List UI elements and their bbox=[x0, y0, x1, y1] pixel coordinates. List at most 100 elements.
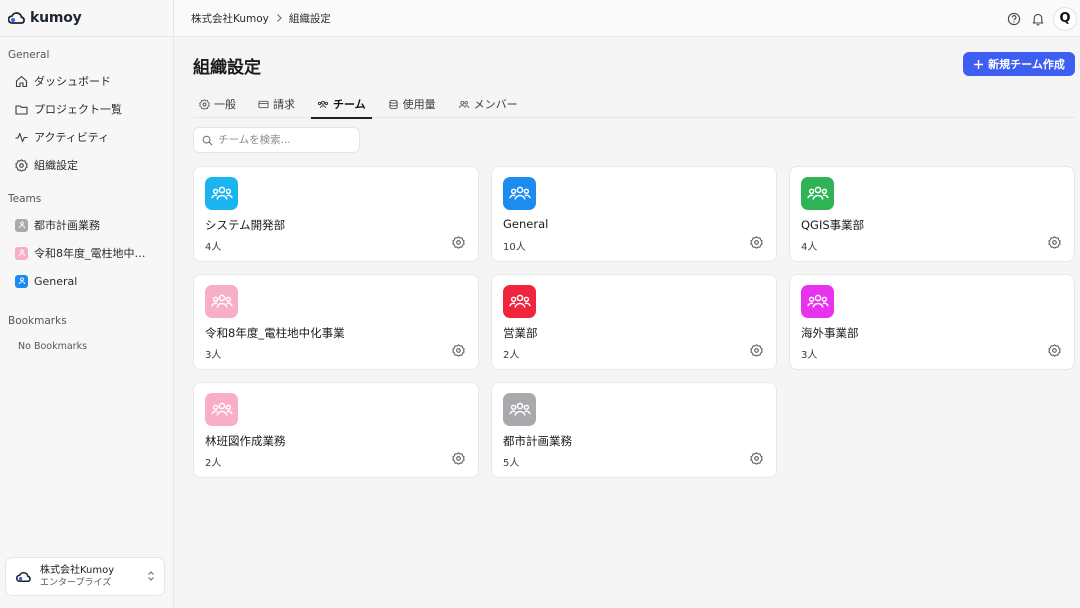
team-card[interactable]: 海外事業部 3人 bbox=[789, 274, 1075, 370]
sidebar-team-label: 令和8年度_電柱地中化... bbox=[34, 247, 152, 260]
users-icon bbox=[508, 402, 531, 416]
sidebar-team-label: 都市計画業務 bbox=[34, 219, 100, 232]
gear-icon[interactable] bbox=[1048, 344, 1061, 357]
tab-usage[interactable]: 使用量 bbox=[382, 90, 442, 118]
sidebar-item-label: 組織設定 bbox=[34, 159, 78, 172]
sidebar-item-label: プロジェクト一覧 bbox=[34, 103, 122, 116]
sidebar-item-activity[interactable]: アクティビティ bbox=[0, 123, 173, 151]
team-name: 令和8年度_電柱地中化事業 bbox=[205, 326, 345, 340]
team-search-input[interactable] bbox=[218, 134, 348, 146]
folder-icon bbox=[15, 104, 28, 115]
gear-icon[interactable] bbox=[750, 236, 763, 249]
org-name: 株式会社Kumoy bbox=[40, 565, 115, 576]
sidebar-item-dashboard[interactable]: ダッシュボード bbox=[0, 67, 173, 95]
team-icon bbox=[205, 393, 238, 426]
team-name: 都市計画業務 bbox=[503, 434, 572, 448]
tab-teams[interactable]: チーム bbox=[311, 90, 372, 119]
users-icon bbox=[806, 294, 829, 308]
team-name: 営業部 bbox=[503, 326, 538, 340]
team-member-count: 3人 bbox=[801, 350, 818, 361]
settings-tabs: 一般 請求 チーム 使用量 メンバー bbox=[193, 90, 1075, 119]
team-icon bbox=[503, 177, 536, 210]
no-bookmarks-text: No Bookmarks bbox=[18, 341, 88, 352]
chevron-updown-icon bbox=[148, 571, 154, 581]
sidebar-item-label: アクティビティ bbox=[34, 131, 110, 144]
gear-icon[interactable] bbox=[750, 452, 763, 465]
tab-label: 請求 bbox=[273, 98, 295, 111]
sidebar-item-projects[interactable]: プロジェクト一覧 bbox=[0, 95, 173, 123]
team-icon bbox=[503, 285, 536, 318]
tab-label: 一般 bbox=[214, 98, 236, 111]
teams-section-label: Teams bbox=[8, 193, 42, 205]
tab-label: メンバー bbox=[473, 98, 518, 111]
bookmarks-section-label: Bookmarks bbox=[8, 315, 67, 327]
breadcrumb: 株式会社Kumoy 組織設定 bbox=[174, 11, 331, 26]
team-name: 海外事業部 bbox=[801, 326, 859, 340]
sidebar-team-toshi[interactable]: 都市計画業務 bbox=[0, 211, 173, 239]
sidebar-team-reiwa[interactable]: 令和8年度_電柱地中化... bbox=[0, 239, 173, 267]
gear-icon[interactable] bbox=[750, 344, 763, 357]
sidebar-team-label: General bbox=[34, 274, 78, 288]
team-name: General bbox=[503, 217, 549, 231]
team-icon bbox=[801, 177, 834, 210]
home-icon bbox=[15, 75, 28, 87]
credit-card-icon bbox=[258, 100, 269, 108]
new-team-button[interactable]: 新規チーム作成 bbox=[963, 52, 1075, 76]
org-switcher[interactable]: 株式会社Kumoy エンタープライズ bbox=[5, 557, 165, 596]
team-member-count: 5人 bbox=[503, 458, 520, 469]
team-chip-icon bbox=[15, 218, 28, 232]
team-name: 林班図作成業務 bbox=[205, 434, 286, 448]
plus-icon bbox=[974, 59, 984, 69]
cloud-logo-icon bbox=[8, 12, 25, 24]
bell-icon[interactable] bbox=[1031, 12, 1045, 26]
team-card[interactable]: General 10人 bbox=[491, 166, 777, 262]
gear-icon[interactable] bbox=[452, 344, 465, 357]
chevron-right-icon bbox=[277, 14, 282, 22]
team-chip-icon bbox=[15, 246, 28, 260]
sidebar-team-general[interactable]: General bbox=[0, 267, 173, 295]
team-name: システム開発部 bbox=[205, 218, 286, 232]
user-avatar[interactable]: Q bbox=[1053, 6, 1077, 31]
database-icon bbox=[389, 99, 398, 109]
gear-icon bbox=[199, 98, 210, 110]
sidebar: kumoy General ダッシュボード プロジェクト一覧 アクティビティ 組… bbox=[0, 0, 174, 608]
tab-label: チーム bbox=[333, 98, 366, 111]
team-card[interactable]: システム開発部 4人 bbox=[193, 166, 479, 262]
team-card[interactable]: 都市計画業務 5人 bbox=[491, 382, 777, 478]
team-member-count: 2人 bbox=[205, 458, 222, 469]
team-icon bbox=[205, 285, 238, 318]
team-name: QGIS事業部 bbox=[801, 218, 865, 232]
cloud-logo-icon bbox=[16, 571, 31, 582]
team-card[interactable]: QGIS事業部 4人 bbox=[789, 166, 1075, 262]
team-card[interactable]: 令和8年度_電柱地中化事業 3人 bbox=[193, 274, 479, 370]
team-card[interactable]: 営業部 2人 bbox=[491, 274, 777, 370]
users-icon bbox=[508, 294, 531, 308]
users-icon bbox=[210, 294, 233, 308]
users-icon bbox=[508, 186, 531, 200]
gear-icon[interactable] bbox=[452, 236, 465, 249]
tab-general[interactable]: 一般 bbox=[193, 90, 242, 118]
gear-icon[interactable] bbox=[452, 452, 465, 465]
team-card[interactable]: 林班図作成業務 2人 bbox=[193, 382, 479, 478]
app-name: kumoy bbox=[30, 10, 82, 26]
gear-icon bbox=[15, 158, 28, 172]
new-team-button-label: 新規チーム作成 bbox=[988, 58, 1065, 71]
sidebar-item-org-settings[interactable]: 組織設定 bbox=[0, 151, 173, 179]
help-icon[interactable] bbox=[1007, 12, 1021, 26]
app-logo[interactable]: kumoy bbox=[0, 0, 173, 37]
team-icon bbox=[801, 285, 834, 318]
members-icon bbox=[458, 100, 469, 108]
page-title: 組織設定 bbox=[193, 58, 261, 78]
sidebar-item-label: ダッシュボード bbox=[34, 75, 111, 88]
breadcrumb-org[interactable]: 株式会社Kumoy bbox=[191, 11, 269, 26]
users-icon bbox=[806, 186, 829, 200]
team-search[interactable] bbox=[193, 127, 360, 153]
general-section-label: General bbox=[8, 49, 50, 61]
gear-icon[interactable] bbox=[1048, 236, 1061, 249]
team-grid: システム開発部 4人 General 10人 QGIS事業部 4人令和8年度_電柱地中化事… bbox=[193, 166, 1075, 478]
users-icon bbox=[210, 402, 233, 416]
team-member-count: 2人 bbox=[503, 350, 520, 361]
tab-members[interactable]: メンバー bbox=[452, 90, 524, 118]
team-chip-icon bbox=[15, 274, 28, 288]
tab-billing[interactable]: 請求 bbox=[252, 90, 301, 118]
